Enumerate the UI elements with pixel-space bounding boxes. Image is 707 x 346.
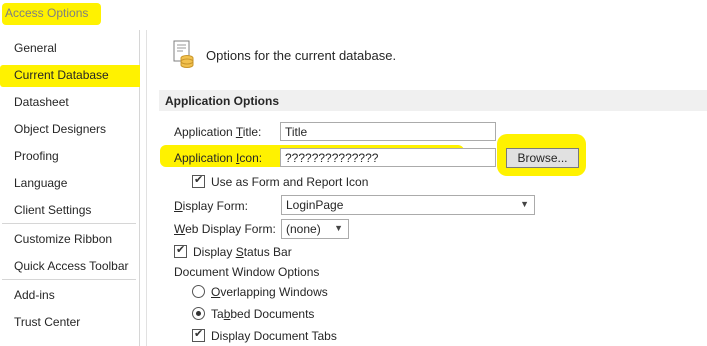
checkmark-icon: ✔ — [194, 174, 204, 186]
tabbed-documents-label: Tabbed Documents — [211, 307, 315, 321]
sidebar-item-language[interactable]: Language — [14, 176, 67, 190]
checkmark-icon: ✔ — [176, 244, 186, 256]
web-display-form-label: Web Display Form: — [174, 222, 276, 236]
pane-gap — [140, 30, 145, 346]
options-pane: Options for the current database. Applic… — [146, 30, 707, 346]
section-title: Application Options — [165, 94, 279, 108]
sidebar-item-object-designers[interactable]: Object Designers — [14, 122, 106, 136]
page-heading: Options for the current database. — [206, 48, 397, 63]
display-document-tabs-checkbox[interactable]: ✔ — [192, 328, 205, 342]
window-title: Access Options — [5, 6, 89, 20]
sidebar-divider — [2, 223, 136, 224]
checkmark-icon: ✔ — [194, 328, 204, 340]
section-header: Application Options — [159, 90, 707, 111]
app-icon-input[interactable]: ?????????????? — [280, 148, 496, 167]
use-as-form-icon-label: Use as Form and Report Icon — [211, 175, 369, 189]
sidebar-item-customize-ribbon[interactable]: Customize Ribbon — [14, 232, 112, 246]
display-form-label: Display Form: — [174, 199, 249, 213]
radio-dot — [196, 311, 201, 316]
display-status-bar-checkbox[interactable]: ✔ — [174, 244, 187, 258]
app-title-label: Application Title: — [174, 125, 262, 139]
app-icon-label: Application Icon: — [174, 151, 263, 165]
sidebar-item-current-database[interactable]: Current Database — [14, 68, 109, 82]
title-bar: Access Options — [0, 0, 707, 30]
web-display-form-select[interactable]: (none) ▼ — [281, 219, 349, 239]
tabbed-documents-radio[interactable] — [192, 307, 205, 320]
display-document-tabs-label: Display Document Tabs — [211, 329, 337, 343]
sidebar-item-client-settings[interactable]: Client Settings — [14, 203, 91, 217]
browse-button[interactable]: Browse... — [506, 148, 579, 168]
overlapping-windows-label: Overlapping Windows — [211, 285, 328, 299]
use-as-form-icon-checkbox[interactable]: ✔ — [192, 174, 205, 188]
sidebar-divider — [2, 279, 136, 280]
doc-window-options-label: Document Window Options — [174, 265, 320, 279]
sidebar-item-datasheet[interactable]: Datasheet — [14, 95, 69, 109]
sidebar-item-quick-access-toolbar[interactable]: Quick Access Toolbar — [14, 259, 129, 273]
sidebar-item-proofing[interactable]: Proofing — [14, 149, 59, 163]
display-form-select[interactable]: LoginPage ▼ — [281, 195, 535, 215]
database-options-icon — [173, 40, 194, 68]
app-title-input[interactable]: Title — [280, 122, 496, 141]
overlapping-windows-radio[interactable] — [192, 285, 205, 298]
sidebar-item-general[interactable]: General — [14, 41, 57, 55]
chevron-down-icon: ▼ — [520, 199, 529, 209]
sidebar-item-trust-center[interactable]: Trust Center — [14, 315, 80, 329]
display-status-bar-label: Display Status Bar — [193, 245, 292, 259]
chevron-down-icon: ▼ — [334, 223, 343, 233]
sidebar: General Current Database Datasheet Objec… — [0, 30, 143, 346]
sidebar-item-add-ins[interactable]: Add-ins — [14, 288, 55, 302]
